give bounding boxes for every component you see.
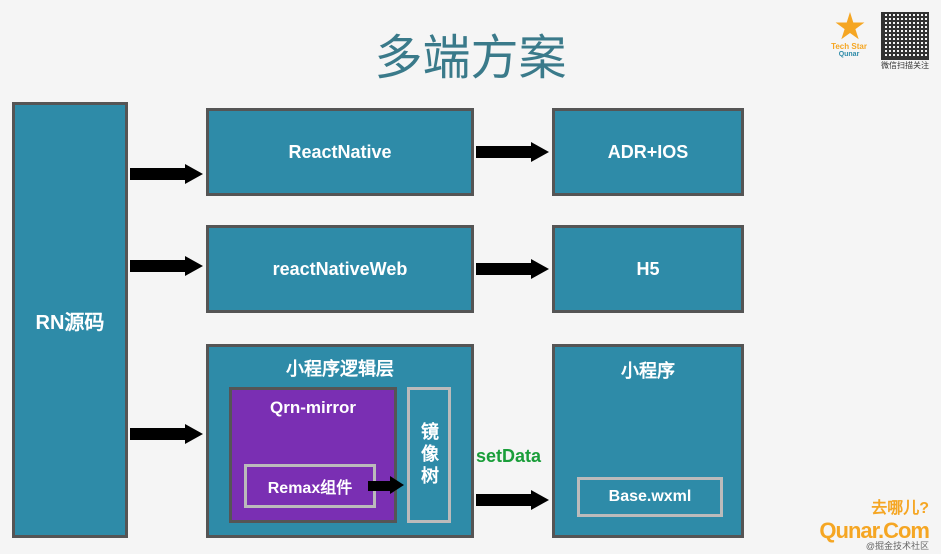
miniprogram-title: 小程序 <box>555 347 741 383</box>
reactnativeweb-label: reactNativeWeb <box>273 259 408 280</box>
tech-star-text: Tech Star <box>825 42 873 51</box>
qunar-logo-zh: 去哪儿? <box>819 494 929 518</box>
remax-box: Remax组件 <box>244 464 376 508</box>
star-icon <box>835 12 865 42</box>
h5-label: H5 <box>636 259 659 280</box>
logic-layer-box: 小程序逻辑层 Qrn-mirror Remax组件 镜像树 <box>206 344 474 538</box>
qr-code-icon <box>881 12 929 60</box>
qr-block: 微信扫描关注 <box>881 12 929 71</box>
logic-title: 小程序逻辑层 <box>209 347 471 381</box>
mirror-tree-box: 镜像树 <box>407 387 451 523</box>
source-box: RN源码 <box>12 102 128 538</box>
miniprogram-box: 小程序 Base.wxml <box>552 344 744 538</box>
adr-ios-label: ADR+IOS <box>608 142 689 163</box>
diagram-title: 多端方案 <box>374 18 566 88</box>
base-wxml-box: Base.wxml <box>577 477 723 517</box>
branding-area: Tech Star Qunar 微信扫描关注 <box>825 12 929 71</box>
qrn-mirror-box: Qrn-mirror Remax组件 <box>229 387 397 523</box>
reactnative-label: ReactNative <box>288 142 391 163</box>
reactnative-box: ReactNative <box>206 108 474 196</box>
h5-box: H5 <box>552 225 744 313</box>
remax-label: Remax组件 <box>268 474 352 498</box>
source-label: RN源码 <box>36 306 105 335</box>
reactnativeweb-box: reactNativeWeb <box>206 225 474 313</box>
adr-ios-box: ADR+IOS <box>552 108 744 196</box>
mirror-tree-label: 镜像树 <box>416 422 442 488</box>
qr-caption: 微信扫描关注 <box>881 60 929 71</box>
footer-text: @掘金技术社区 <box>866 539 929 552</box>
qunar-logo: 去哪儿? Qunar.Com <box>819 494 929 544</box>
base-wxml-label: Base.wxml <box>609 488 692 506</box>
tech-star-logo: Tech Star Qunar <box>825 12 873 60</box>
qrn-mirror-label: Qrn-mirror <box>232 390 394 426</box>
setdata-label: setData <box>476 446 541 467</box>
tech-star-sub: Qunar <box>825 51 873 58</box>
